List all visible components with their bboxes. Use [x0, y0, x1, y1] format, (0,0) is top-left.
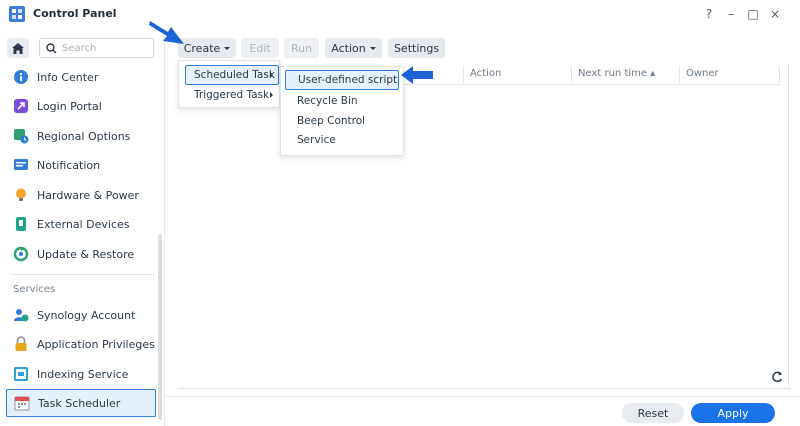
menu-item-service[interactable]: Service: [297, 130, 336, 150]
create-menu: Scheduled Task Triggered Task: [178, 60, 280, 108]
sidebar-item-label: Info Center: [37, 70, 99, 84]
pointer-arrow-icon: [149, 21, 184, 44]
help-icon[interactable]: ?: [698, 6, 720, 22]
indexing-service-icon: [14, 367, 28, 381]
column-header-label: Next run time: [578, 68, 648, 79]
window-title: Control Panel: [33, 7, 117, 20]
sidebar-item-login-portal[interactable]: Login Portal: [6, 92, 156, 120]
column-header-action[interactable]: Action: [470, 68, 501, 79]
sidebar-item-application-privileges[interactable]: Application Privileges: [6, 330, 156, 358]
control-panel-icon: [9, 6, 25, 22]
sidebar-item-update-restore[interactable]: Update & Restore: [6, 240, 156, 268]
action-button[interactable]: Action: [325, 38, 382, 58]
menu-item-label: Recycle Bin: [297, 95, 358, 107]
sidebar-item-label: Login Portal: [37, 99, 102, 113]
menu-item-triggered-task[interactable]: Triggered Task: [185, 85, 279, 105]
calendar-icon: [14, 396, 30, 411]
sidebar-item-label: Update & Restore: [37, 247, 135, 261]
lock-icon: [15, 336, 27, 351]
section-divider: [10, 274, 154, 275]
menu-item-label: Beep Control: [297, 115, 366, 127]
search-input[interactable]: [62, 41, 150, 55]
sidebar-item-label: Hardware & Power: [37, 188, 139, 202]
footer-bar: Reset Apply: [165, 396, 800, 426]
column-header-next-run-time[interactable]: Next run time ▴: [578, 68, 655, 79]
chevron-right-icon: [270, 92, 273, 98]
pointer-arrow-icon: [401, 66, 433, 84]
menu-item-label: User-defined script: [298, 74, 398, 86]
search-field[interactable]: [39, 38, 154, 58]
sort-ascending-icon: ▴: [650, 68, 656, 79]
login-portal-icon: [14, 99, 28, 113]
column-divider: [571, 66, 572, 83]
external-devices-icon: [16, 217, 26, 231]
sidebar-item-notification[interactable]: Notification: [6, 151, 156, 179]
grid-bottom-border: [178, 388, 790, 389]
menu-item-scheduled-task[interactable]: Scheduled Task: [185, 65, 279, 85]
regional-options-icon: [14, 129, 29, 144]
settings-label: Settings: [393, 41, 440, 55]
section-title-services: Services: [13, 284, 56, 295]
sidebar-item-indexing-service[interactable]: Indexing Service: [6, 360, 156, 388]
column-divider: [463, 66, 464, 83]
update-restore-icon: [13, 246, 29, 262]
column-divider: [779, 66, 780, 83]
sidebar-scrollbar[interactable]: [158, 234, 162, 420]
menu-item-label: Service: [297, 134, 336, 146]
sidebar-item-regional-options[interactable]: Regional Options: [6, 122, 156, 150]
maximize-icon[interactable]: □: [742, 6, 764, 22]
sidebar-item-external-devices[interactable]: External Devices: [6, 210, 156, 238]
refresh-icon[interactable]: [770, 370, 784, 384]
sidebar-item-synology-account[interactable]: Synology Account: [6, 301, 156, 329]
minimize-icon[interactable]: –: [720, 6, 742, 22]
action-label: Action: [331, 41, 366, 55]
sidebar-item-label: Notification: [37, 158, 101, 172]
close-icon[interactable]: ×: [764, 6, 786, 22]
sidebar-item-label: Task Scheduler: [38, 396, 121, 410]
title-bar: Control Panel ? – □ ×: [0, 0, 800, 28]
search-icon: [46, 43, 57, 54]
column-divider: [679, 66, 680, 83]
sidebar: Info Center Login Portal Regional Option…: [0, 28, 165, 426]
menu-item-label: Scheduled Task: [194, 69, 275, 81]
create-label: Create: [183, 41, 221, 55]
sidebar-item-info-center[interactable]: Info Center: [6, 63, 156, 91]
run-button[interactable]: Run: [284, 38, 319, 58]
sidebar-item-label: Regional Options: [37, 129, 131, 143]
notification-icon: [14, 159, 28, 170]
sidebar-item-label: Application Privileges: [37, 337, 155, 351]
home-icon: [12, 42, 24, 54]
menu-item-label: Triggered Task: [194, 89, 270, 101]
chevron-down-icon: [369, 47, 376, 50]
menu-item-beep-control[interactable]: Beep Control: [297, 111, 365, 131]
synology-account-icon: [14, 309, 29, 322]
info-icon: [14, 70, 28, 84]
scheduled-task-submenu: User-defined script Recycle Bin Beep Con…: [280, 66, 404, 156]
apply-button[interactable]: Apply: [691, 403, 775, 423]
home-button[interactable]: [7, 38, 29, 58]
sidebar-item-task-scheduler[interactable]: Task Scheduler: [6, 389, 156, 417]
edit-button[interactable]: Edit: [241, 38, 279, 58]
settings-button[interactable]: Settings: [388, 38, 445, 58]
sidebar-item-label: Indexing Service: [37, 367, 129, 381]
lightbulb-icon: [16, 188, 26, 201]
sidebar-item-label: External Devices: [37, 217, 130, 231]
sidebar-item-hardware-power[interactable]: Hardware & Power: [6, 181, 156, 209]
column-header-owner[interactable]: Owner: [686, 68, 719, 79]
run-label: Run: [290, 41, 313, 55]
reset-button[interactable]: Reset: [622, 403, 684, 423]
chevron-down-icon: [224, 47, 231, 50]
menu-item-recycle-bin[interactable]: Recycle Bin: [297, 91, 358, 111]
sidebar-item-label: Synology Account: [37, 308, 136, 322]
menu-item-user-defined-script[interactable]: User-defined script: [285, 70, 399, 90]
edit-label: Edit: [249, 41, 271, 55]
chevron-right-icon: [270, 72, 273, 78]
grid-right-border: [788, 64, 789, 388]
